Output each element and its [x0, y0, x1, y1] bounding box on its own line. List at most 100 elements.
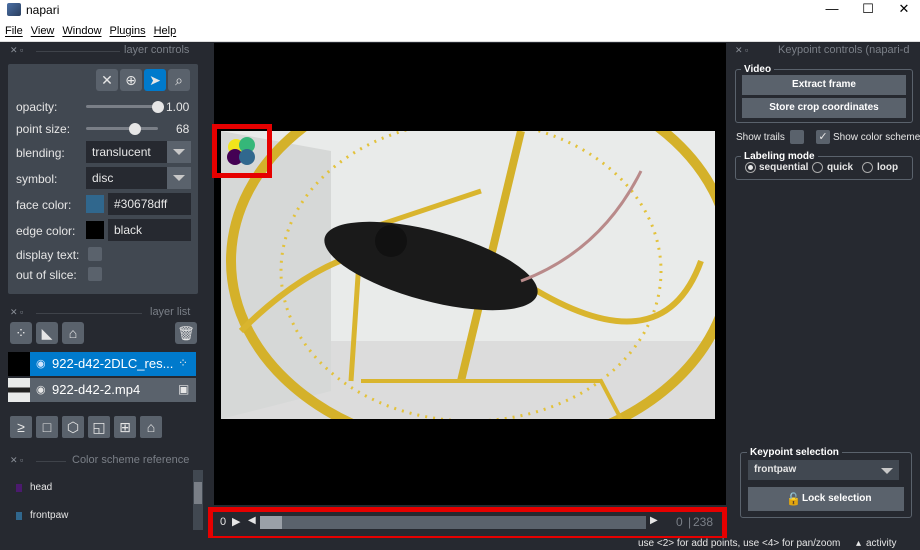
radio-quick[interactable]	[812, 162, 823, 173]
maximize-icon[interactable]: ☐	[850, 0, 886, 20]
transpose-icon[interactable]: ◱	[88, 416, 110, 438]
image-icon: ▣	[178, 382, 190, 396]
layer-controls-title: layer controls	[124, 44, 190, 56]
point-size-slider-handle[interactable]	[129, 123, 141, 135]
keypoint-controls-title: Keypoint controls (napari-d	[778, 44, 910, 56]
extract-frame-button[interactable]: Extract frame	[742, 75, 906, 95]
display-text-checkbox[interactable]	[88, 247, 102, 261]
select-points-icon[interactable]: ➤	[144, 69, 166, 91]
layer-thumbnail	[8, 378, 30, 402]
dock-close-icon[interactable]: ✕ ▫	[10, 455, 23, 466]
show-trails-checkbox[interactable]	[790, 130, 804, 144]
delete-points-icon[interactable]: ✕	[96, 69, 118, 91]
opacity-value: 1.00	[166, 100, 190, 114]
eye-icon[interactable]: ◉	[36, 383, 46, 396]
opacity-slider-handle[interactable]	[152, 101, 164, 113]
labeling-mode-title: Labeling mode	[741, 151, 818, 162]
menu-file[interactable]: File	[5, 25, 23, 37]
activity-button[interactable]: activity	[866, 538, 897, 549]
title-bar: napari — ☐ ✕	[0, 0, 920, 20]
new-shapes-layer-icon[interactable]: ◣	[36, 322, 58, 344]
point-size-slider[interactable]	[86, 127, 158, 130]
out-of-slice-checkbox[interactable]	[88, 267, 102, 281]
delete-layer-icon[interactable]: 🗑	[175, 322, 197, 344]
radio-loop[interactable]	[862, 162, 873, 173]
close-icon[interactable]: ✕	[886, 0, 920, 20]
face-color-value: #30678dff	[114, 197, 168, 211]
dock-close-icon[interactable]: ✕ ▫	[10, 307, 23, 318]
color-scheme-label-frontpaw: frontpaw	[30, 510, 69, 521]
chevron-down-icon	[167, 167, 191, 189]
home-icon[interactable]: ⌂	[140, 416, 162, 438]
new-points-layer-icon[interactable]: ⁘	[10, 322, 32, 344]
out-of-slice-label: out of slice:	[16, 268, 77, 282]
point-size-label: point size:	[16, 122, 71, 136]
store-crop-button[interactable]: Store crop coordinates	[742, 98, 906, 118]
dock-divider	[36, 51, 120, 52]
menu-plugins[interactable]: Plugins	[110, 25, 146, 37]
blending-label: blending:	[16, 146, 65, 160]
radio-sequential[interactable]	[745, 162, 756, 173]
edge-color-value: black	[114, 223, 143, 237]
activity-caret-icon[interactable]: ▴	[856, 538, 861, 549]
show-trails-label: Show trails	[736, 132, 785, 143]
video-frame[interactable]	[221, 131, 715, 419]
face-color-field[interactable]: #30678dff	[108, 193, 191, 215]
points-icon: ⁘	[178, 356, 189, 370]
unlock-icon: 🔓	[786, 492, 801, 506]
layer-thumbnail	[8, 352, 30, 376]
show-color-scheme-checkbox[interactable]: ✓	[816, 130, 830, 144]
color-swatch	[16, 484, 22, 492]
menu-help[interactable]: Help	[154, 25, 177, 37]
layer-name: 922-d42-2DLC_res...	[52, 356, 174, 371]
napari-logo-icon	[7, 3, 21, 16]
status-hint: use <2> for add points, use <4> for pan/…	[638, 538, 841, 549]
scrollbar[interactable]	[193, 470, 203, 530]
dock-close-icon[interactable]: ✕ ▫	[735, 45, 748, 56]
face-color-swatch[interactable]	[86, 195, 104, 213]
radio-dot	[748, 165, 753, 170]
layer-name: 922-d42-2.mp4	[52, 382, 141, 397]
window-title: napari	[26, 3, 60, 17]
symbol-select[interactable]: disc	[86, 167, 191, 189]
highlight-box-dims	[208, 507, 727, 541]
color-swatch	[16, 512, 22, 520]
show-color-scheme-label: Show color scheme	[833, 132, 920, 143]
layer-item-points[interactable]: ◉ 922-d42-2DLC_res... ⁘	[8, 352, 196, 376]
menu-view[interactable]: View	[31, 25, 55, 37]
add-points-icon[interactable]: ⊕	[120, 69, 142, 91]
edge-color-label: edge color:	[16, 224, 76, 238]
display-text-label: display text:	[16, 248, 80, 262]
color-scheme-label-head: head	[30, 482, 53, 493]
dock-divider	[36, 313, 142, 314]
console-icon[interactable]: ≥	[10, 416, 32, 438]
chevron-down-icon	[875, 460, 899, 480]
keypoint-select[interactable]: frontpaw	[748, 460, 899, 480]
eye-icon[interactable]: ◉	[36, 357, 46, 370]
face-color-label: face color:	[16, 198, 72, 212]
opacity-label: opacity:	[16, 100, 58, 114]
lock-selection-label: Lock selection	[802, 493, 872, 504]
mode-loop-label: loop	[877, 162, 899, 173]
roll-dims-icon[interactable]: ⬡	[62, 416, 84, 438]
scrollbar-handle[interactable]	[194, 482, 202, 504]
opacity-slider[interactable]	[86, 105, 158, 108]
lock-selection-button[interactable]: 🔓 Lock selection	[748, 487, 904, 511]
new-labels-layer-icon[interactable]: ⌂	[62, 322, 84, 344]
mouse-wheel-image	[221, 131, 715, 419]
ndisplay-toggle-icon[interactable]: □	[36, 416, 58, 438]
dock-close-icon[interactable]: ✕ ▫	[10, 45, 23, 56]
edge-color-field[interactable]: black	[108, 219, 191, 241]
pan-zoom-icon[interactable]: ⌕	[168, 69, 190, 91]
color-scheme-title: Color scheme reference	[72, 454, 190, 466]
blending-select[interactable]: translucent	[86, 141, 191, 163]
menu-bar: File View Window Plugins Help	[0, 20, 920, 42]
color-scheme-list: head frontpaw	[8, 470, 204, 530]
highlight-box-logo	[212, 124, 272, 178]
layer-list-title: layer list	[150, 306, 191, 318]
grid-view-icon[interactable]: ⊞	[114, 416, 136, 438]
minimize-icon[interactable]: —	[814, 0, 850, 20]
menu-window[interactable]: Window	[62, 25, 101, 37]
layer-item-image[interactable]: ◉ 922-d42-2.mp4 ▣	[8, 378, 196, 402]
edge-color-swatch[interactable]	[86, 221, 104, 239]
